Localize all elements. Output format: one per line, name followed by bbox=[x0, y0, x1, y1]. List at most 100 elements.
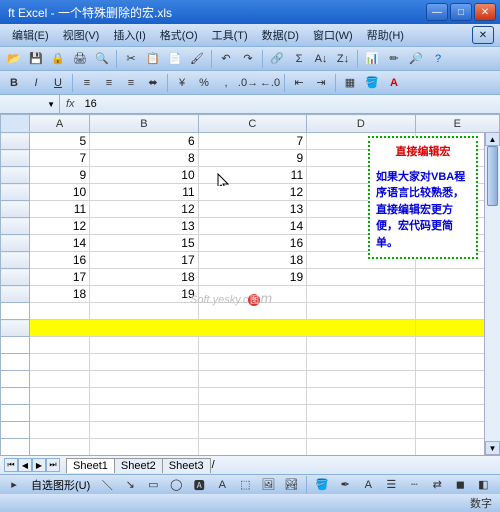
cut-icon[interactable]: ✂ bbox=[121, 49, 141, 69]
menu-edit[interactable]: 编辑(E) bbox=[6, 25, 55, 45]
comment-note[interactable]: 直接编辑宏 如果大家对VBA程序语言比较熟悉，直接编辑宏更方便，宏代码更简单。 bbox=[368, 136, 478, 259]
col-header[interactable]: A bbox=[29, 115, 89, 133]
save-icon[interactable]: 💾 bbox=[26, 49, 46, 69]
tab-sheet3[interactable]: Sheet3 bbox=[162, 458, 211, 473]
cell[interactable]: 12 bbox=[198, 184, 306, 201]
cell[interactable]: 16 bbox=[29, 252, 89, 269]
doc-close-button[interactable]: ✕ bbox=[472, 26, 494, 44]
comma-icon[interactable]: , bbox=[216, 73, 236, 93]
borders-icon[interactable]: ▦ bbox=[340, 73, 360, 93]
fill-color-icon[interactable]: 🪣 bbox=[362, 73, 382, 93]
menu-tools[interactable]: 工具(T) bbox=[206, 25, 254, 45]
increase-decimal-icon[interactable]: .0→ bbox=[238, 73, 258, 93]
arrow-style-icon[interactable]: ⇄ bbox=[427, 475, 447, 495]
cell[interactable]: 12 bbox=[29, 218, 89, 235]
row-header[interactable] bbox=[1, 269, 30, 286]
font-color2-icon[interactable]: A bbox=[358, 475, 378, 495]
menu-help[interactable]: 帮助(H) bbox=[361, 25, 410, 45]
italic-icon[interactable]: I bbox=[26, 73, 46, 93]
highlighted-row[interactable] bbox=[1, 320, 500, 337]
format-painter-icon[interactable]: 🖌 bbox=[187, 49, 207, 69]
align-right-icon[interactable]: ≡ bbox=[121, 73, 141, 93]
cell[interactable]: 8 bbox=[90, 150, 198, 167]
redo-icon[interactable]: ↷ bbox=[238, 49, 258, 69]
scroll-down-icon[interactable]: ▼ bbox=[485, 441, 500, 455]
cell[interactable]: 13 bbox=[198, 201, 306, 218]
tab-prev-icon[interactable]: ◀ bbox=[18, 458, 32, 472]
fx-label[interactable]: fx bbox=[60, 98, 81, 110]
menu-format[interactable]: 格式(O) bbox=[154, 25, 204, 45]
shadow-icon[interactable]: ◼ bbox=[450, 475, 470, 495]
preview-icon[interactable]: 🔍 bbox=[92, 49, 112, 69]
vertical-scrollbar[interactable]: ▲ ▼ bbox=[484, 132, 500, 455]
row-header[interactable] bbox=[1, 235, 30, 252]
sort-desc-icon[interactable]: Z↓ bbox=[333, 49, 353, 69]
cell[interactable]: 6 bbox=[90, 133, 198, 150]
row-header[interactable] bbox=[1, 286, 30, 303]
cell[interactable]: 18 bbox=[90, 269, 198, 286]
tab-sheet1[interactable]: Sheet1 bbox=[66, 458, 115, 473]
cell[interactable] bbox=[198, 286, 306, 303]
cell[interactable]: 17 bbox=[90, 252, 198, 269]
3d-icon[interactable]: ◧ bbox=[473, 475, 493, 495]
line-color-icon[interactable]: ✒ bbox=[335, 475, 355, 495]
bold-icon[interactable]: B bbox=[4, 73, 24, 93]
col-header[interactable]: D bbox=[307, 115, 415, 133]
picture-icon[interactable]: 🏞 bbox=[281, 475, 301, 495]
scroll-thumb[interactable] bbox=[487, 146, 498, 206]
tab-first-icon[interactable]: ⏮ bbox=[4, 458, 18, 472]
cell[interactable]: 13 bbox=[90, 218, 198, 235]
cell[interactable]: 5 bbox=[29, 133, 89, 150]
help-icon[interactable]: ? bbox=[428, 49, 448, 69]
drawing-icon[interactable]: ✏ bbox=[384, 49, 404, 69]
cell[interactable]: 16 bbox=[198, 235, 306, 252]
permission-icon[interactable]: 🔒 bbox=[48, 49, 68, 69]
cell[interactable]: 18 bbox=[29, 286, 89, 303]
clipart-icon[interactable]: 🖼 bbox=[258, 475, 278, 495]
row-header[interactable] bbox=[1, 150, 30, 167]
formula-value[interactable]: 16 bbox=[81, 98, 101, 110]
cell[interactable]: 9 bbox=[29, 167, 89, 184]
cell[interactable]: 11 bbox=[90, 184, 198, 201]
hyperlink-icon[interactable]: 🔗 bbox=[267, 49, 287, 69]
menu-data[interactable]: 数据(D) bbox=[256, 25, 305, 45]
copy-icon[interactable]: 📋 bbox=[143, 49, 163, 69]
tab-sheet2[interactable]: Sheet2 bbox=[114, 458, 163, 473]
font-color-icon[interactable]: A bbox=[384, 73, 404, 93]
zoom-icon[interactable]: 🔎 bbox=[406, 49, 426, 69]
cell[interactable]: 9 bbox=[198, 150, 306, 167]
draw-menu-icon[interactable]: ▸ bbox=[4, 475, 24, 495]
arrow-icon[interactable]: ↘ bbox=[120, 475, 140, 495]
decrease-indent-icon[interactable]: ⇤ bbox=[289, 73, 309, 93]
autosum-icon[interactable]: Σ bbox=[289, 49, 309, 69]
fill-icon[interactable]: 🪣 bbox=[312, 475, 332, 495]
decrease-decimal-icon[interactable]: ←.0 bbox=[260, 73, 280, 93]
cell[interactable]: 17 bbox=[29, 269, 89, 286]
percent-icon[interactable]: % bbox=[194, 73, 214, 93]
cell[interactable]: 7 bbox=[198, 133, 306, 150]
cell[interactable]: 14 bbox=[198, 218, 306, 235]
cell[interactable]: 11 bbox=[29, 201, 89, 218]
diagram-icon[interactable]: ⬚ bbox=[235, 475, 255, 495]
line-style-icon[interactable]: ☰ bbox=[381, 475, 401, 495]
cell[interactable]: 15 bbox=[90, 235, 198, 252]
increase-indent-icon[interactable]: ⇥ bbox=[311, 73, 331, 93]
menu-insert[interactable]: 插入(I) bbox=[107, 25, 151, 45]
menu-view[interactable]: 视图(V) bbox=[57, 25, 106, 45]
underline-icon[interactable]: U bbox=[48, 73, 68, 93]
name-box[interactable]: ▼ bbox=[0, 95, 60, 113]
cell[interactable]: 11 bbox=[198, 167, 306, 184]
rectangle-icon[interactable]: ▭ bbox=[143, 475, 163, 495]
cell[interactable]: 19 bbox=[198, 269, 306, 286]
row-header[interactable] bbox=[1, 167, 30, 184]
scroll-up-icon[interactable]: ▲ bbox=[485, 132, 500, 146]
col-header[interactable]: E bbox=[415, 115, 499, 133]
col-header[interactable]: C bbox=[198, 115, 306, 133]
cell[interactable]: 10 bbox=[90, 167, 198, 184]
cell[interactable]: 10 bbox=[29, 184, 89, 201]
cell[interactable]: 19 bbox=[90, 286, 198, 303]
merge-icon[interactable]: ⬌ bbox=[143, 73, 163, 93]
sort-asc-icon[interactable]: A↓ bbox=[311, 49, 331, 69]
row-header[interactable] bbox=[1, 201, 30, 218]
menu-window[interactable]: 窗口(W) bbox=[307, 25, 359, 45]
